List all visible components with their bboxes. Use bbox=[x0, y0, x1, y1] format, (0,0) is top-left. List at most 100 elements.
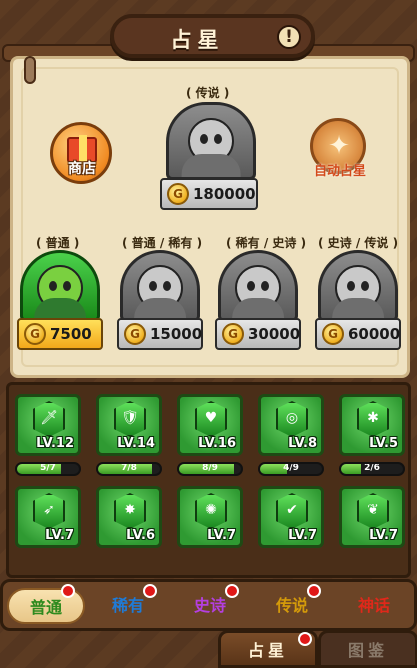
card-level: LV.16 bbox=[198, 436, 236, 451]
card-progress-bar: 8/9 bbox=[177, 462, 243, 476]
rarity-tab-bar: 普通 稀有 史诗 传说 神话 bbox=[0, 579, 417, 631]
skill-card[interactable]: ♥ LV.16 bbox=[177, 394, 243, 456]
gem-glyph: ✸ bbox=[124, 502, 136, 518]
nav-label: 图鉴 bbox=[347, 641, 388, 660]
gem-glyph: ✱ bbox=[367, 410, 379, 426]
card-level: LV.7 bbox=[45, 528, 74, 543]
gold-coin-icon: G bbox=[124, 323, 146, 345]
skill-card[interactable]: 🛡 LV.14 bbox=[96, 394, 162, 456]
price-value: 180000 bbox=[193, 185, 256, 203]
nav-label: 占星 bbox=[247, 641, 288, 660]
progress-text: 8/9 bbox=[202, 463, 218, 473]
gem-glyph: ✺ bbox=[205, 502, 217, 518]
tab-label: 史诗 bbox=[193, 596, 226, 615]
legend-summon-button[interactable]: G 180000 bbox=[160, 178, 258, 210]
hero-body bbox=[232, 297, 284, 319]
gold-coin-icon: G bbox=[24, 323, 46, 345]
legend-hero-portrait-small[interactable] bbox=[318, 250, 398, 322]
card-progress-bar: 5/7 bbox=[15, 462, 81, 476]
price-value: 60000 bbox=[348, 325, 401, 343]
notification-dot bbox=[298, 632, 312, 646]
tab-label: 传说 bbox=[275, 596, 308, 615]
notification-dot bbox=[143, 584, 157, 598]
card-level: LV.8 bbox=[288, 436, 317, 451]
tab-mythic[interactable]: 神话 bbox=[335, 588, 413, 624]
gem-glyph: ◎ bbox=[285, 410, 299, 426]
info-icon[interactable]: ! bbox=[277, 25, 301, 49]
price-value: 7500 bbox=[50, 325, 92, 343]
rare-summon-button[interactable]: G 15000 bbox=[117, 318, 203, 350]
gem-glyph: 🛡 bbox=[121, 410, 139, 426]
title-plaque: 占星 ! bbox=[110, 14, 315, 58]
gem-glyph: ✔ bbox=[286, 502, 298, 518]
check-icon: ✔ bbox=[276, 493, 308, 529]
price-value: 15000 bbox=[150, 325, 203, 343]
gem-glyph: ♥ bbox=[204, 410, 218, 426]
card-progress-bar: 7/8 bbox=[96, 462, 162, 476]
skill-card[interactable]: ✸ LV.6 bbox=[96, 486, 162, 548]
hero-body bbox=[332, 297, 384, 319]
skill-card[interactable]: 🗡 LV.12 bbox=[15, 394, 81, 456]
notification-dot bbox=[61, 584, 75, 598]
epic-hero-portrait[interactable] bbox=[218, 250, 298, 322]
bow-icon: ➶ bbox=[33, 493, 65, 529]
hero-tier-label: ( 稀有 / 史诗 ) bbox=[226, 236, 307, 250]
skill-card[interactable]: ➶ LV.7 bbox=[15, 486, 81, 548]
hero-tier-label: ( 史诗 / 传说 ) bbox=[318, 236, 399, 250]
flame-icon: ✸ bbox=[114, 493, 146, 529]
legend-tier-label: ( 传说 ) bbox=[186, 86, 230, 100]
card-progress-bar: 2/6 bbox=[339, 462, 405, 476]
auto-summon-label: 自动占星 bbox=[313, 164, 366, 179]
progress-text: 4/9 bbox=[283, 463, 299, 473]
tab-label: 稀有 bbox=[111, 596, 144, 615]
card-level: LV.5 bbox=[369, 436, 398, 451]
hero-tier-label: ( 普通 ) bbox=[36, 236, 80, 250]
hero-body bbox=[134, 297, 186, 319]
gold-coin-icon: G bbox=[167, 183, 189, 205]
notification-dot bbox=[307, 584, 321, 598]
legend-summon-button-small[interactable]: G 60000 bbox=[315, 318, 401, 350]
feather-icon: ❦ bbox=[357, 493, 389, 529]
rare-hero-portrait[interactable] bbox=[120, 250, 200, 322]
puzzle-icon: ✱ bbox=[357, 401, 389, 437]
hero-tier-label: ( 普通 / 稀有 ) bbox=[122, 236, 203, 250]
tab-label: 普通 bbox=[29, 598, 62, 617]
card-progress-bar: 4/9 bbox=[258, 462, 324, 476]
legend-hero-portrait[interactable] bbox=[166, 102, 256, 180]
page-title: 占星 bbox=[170, 28, 225, 52]
hero-body bbox=[34, 297, 86, 319]
compass-star-icon: ✦ bbox=[328, 131, 350, 161]
common-summon-button[interactable]: G 7500 bbox=[17, 318, 103, 350]
card-level: LV.12 bbox=[36, 436, 74, 451]
card-level: LV.7 bbox=[207, 528, 236, 543]
epic-summon-button[interactable]: G 30000 bbox=[215, 318, 301, 350]
shield-icon: 🛡 bbox=[114, 401, 146, 437]
skill-card[interactable]: ◎ LV.8 bbox=[258, 394, 324, 456]
target-icon: ◎ bbox=[276, 401, 308, 437]
tab-label: 神话 bbox=[357, 596, 390, 615]
gold-coin-icon: G bbox=[222, 323, 244, 345]
progress-text: 5/7 bbox=[40, 463, 56, 473]
skill-card[interactable]: ❦ LV.7 bbox=[339, 486, 405, 548]
shop-label: 商店 bbox=[68, 161, 96, 177]
card-level: LV.14 bbox=[117, 436, 155, 451]
price-value: 30000 bbox=[248, 325, 301, 343]
notification-dot bbox=[225, 584, 239, 598]
gold-coin-icon: G bbox=[322, 323, 344, 345]
progress-text: 2/6 bbox=[364, 463, 380, 473]
nail-decoration bbox=[24, 56, 36, 84]
card-level: LV.7 bbox=[369, 528, 398, 543]
gem-glyph: ❦ bbox=[367, 502, 379, 518]
skill-card[interactable]: ✱ LV.5 bbox=[339, 394, 405, 456]
skill-card[interactable]: ✔ LV.7 bbox=[258, 486, 324, 548]
hero-body bbox=[181, 153, 241, 177]
fire-burst-icon: ✺ bbox=[195, 493, 227, 529]
common-hero-portrait[interactable] bbox=[20, 250, 100, 322]
gem-glyph: 🗡 bbox=[40, 410, 58, 426]
nav-codex[interactable]: 图鉴 bbox=[318, 630, 417, 668]
sword-icon: 🗡 bbox=[33, 401, 65, 437]
heart-icon: ♥ bbox=[195, 401, 227, 437]
skill-card[interactable]: ✺ LV.7 bbox=[177, 486, 243, 548]
card-level: LV.6 bbox=[126, 528, 155, 543]
progress-text: 7/8 bbox=[121, 463, 137, 473]
